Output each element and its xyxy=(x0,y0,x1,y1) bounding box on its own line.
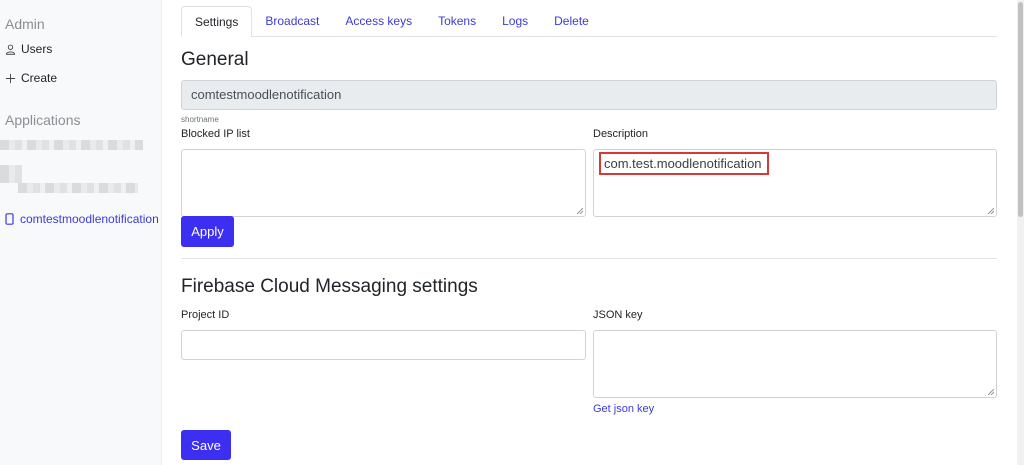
tab-bar: Settings Broadcast Access keys Tokens Lo… xyxy=(181,6,997,37)
scrollbar-thumb[interactable] xyxy=(1018,2,1023,217)
user-icon xyxy=(5,44,16,55)
blurred-app-item[interactable] xyxy=(0,140,143,150)
mobile-device-icon xyxy=(5,213,14,225)
project-id-label: Project ID xyxy=(181,309,230,321)
save-button[interactable]: Save xyxy=(181,430,231,460)
tab-delete[interactable]: Delete xyxy=(541,6,602,37)
sidebar-item-create-label: Create xyxy=(21,71,58,85)
plus-icon xyxy=(5,73,16,83)
json-key-textarea[interactable] xyxy=(593,330,997,398)
page-scrollbar[interactable] xyxy=(1017,0,1024,465)
get-json-key-link[interactable]: Get json key xyxy=(593,403,654,415)
shortname-hint: shortname xyxy=(181,115,219,124)
sidebar-item-create[interactable]: Create xyxy=(5,71,57,85)
apply-button[interactable]: Apply xyxy=(181,216,234,247)
general-title: General xyxy=(181,49,249,70)
description-value-highlight: com.test.moodlenotification xyxy=(599,152,769,175)
blurred-app-item-part xyxy=(0,165,22,183)
blocked-ip-textarea[interactable] xyxy=(181,149,586,217)
blurred-app-item[interactable] xyxy=(18,183,138,193)
sidebar-item-users-label: Users xyxy=(21,42,53,56)
sidebar-item-active-app-label: comtestmoodlenotification xyxy=(20,212,159,226)
blocked-ip-label: Blocked IP list xyxy=(181,128,250,140)
tab-access-keys[interactable]: Access keys xyxy=(332,6,425,37)
shortname-field: comtestmoodlenotification xyxy=(181,80,997,110)
applications-heading: Applications xyxy=(5,112,81,128)
section-divider xyxy=(181,258,997,259)
sidebar-item-active-app[interactable]: comtestmoodlenotification xyxy=(5,212,159,226)
sidebar-item-users[interactable]: Users xyxy=(5,42,52,56)
tab-broadcast[interactable]: Broadcast xyxy=(252,6,332,37)
tab-tokens[interactable]: Tokens xyxy=(425,6,489,37)
admin-heading: Admin xyxy=(5,16,45,32)
tab-settings[interactable]: Settings xyxy=(181,6,253,37)
firebase-title: Firebase Cloud Messaging settings xyxy=(181,276,478,297)
project-id-input[interactable] xyxy=(181,330,586,360)
json-key-label: JSON key xyxy=(593,309,643,321)
description-label: Description xyxy=(593,128,649,140)
tab-logs[interactable]: Logs xyxy=(489,6,541,37)
sidebar: Admin Users Create Applications comtestm… xyxy=(0,0,162,465)
